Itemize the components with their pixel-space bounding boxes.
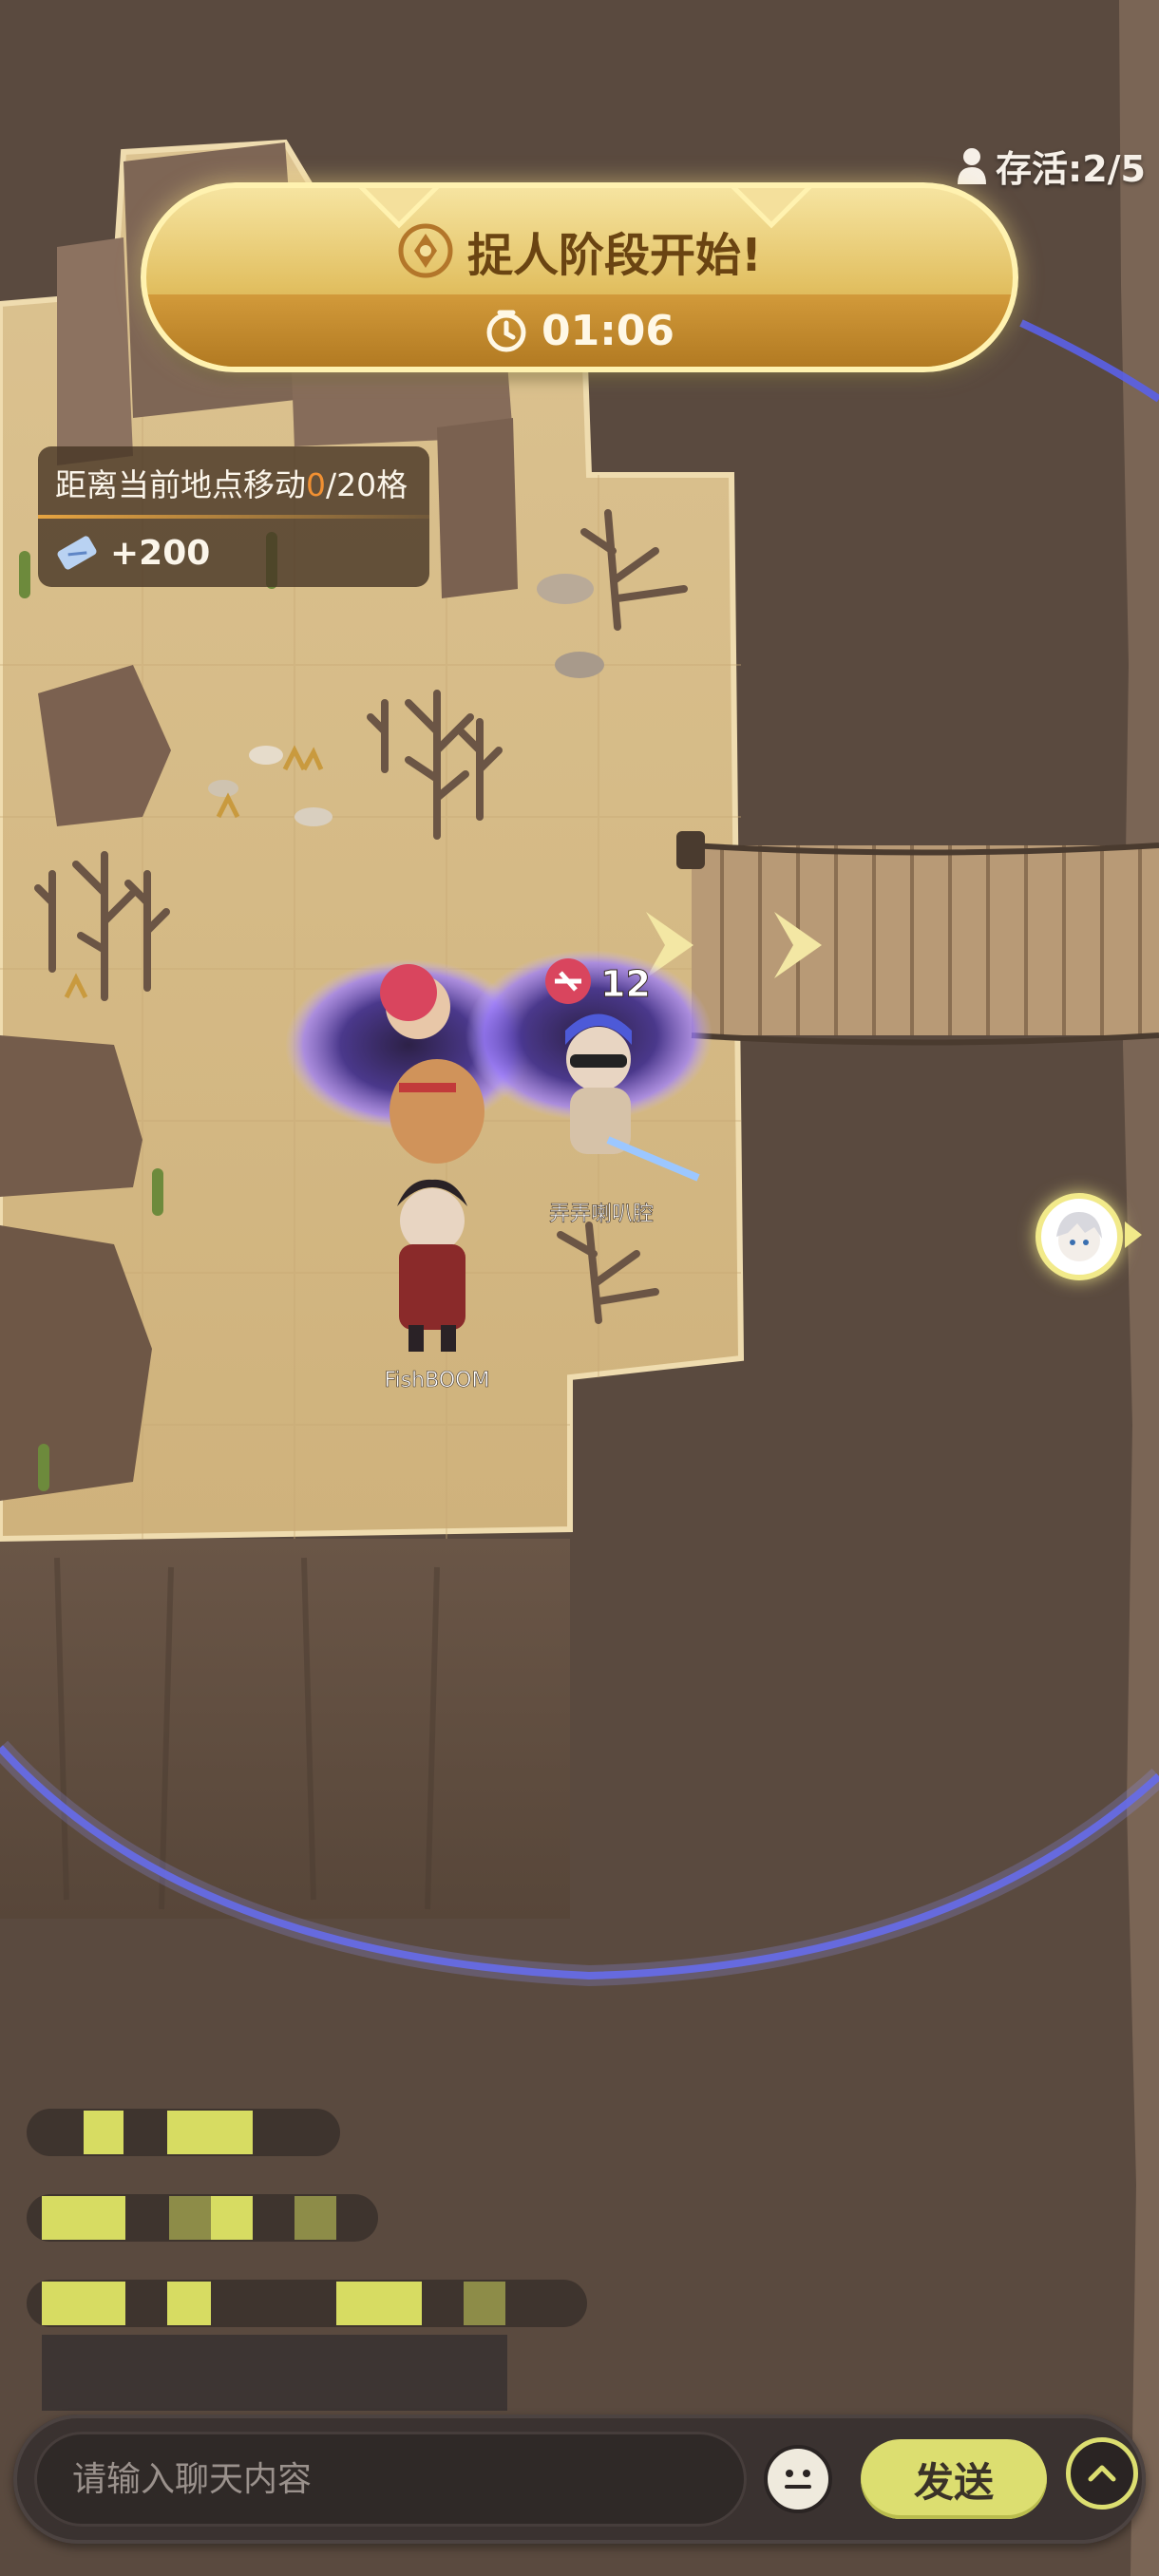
rope-bridge[interactable] — [676, 831, 1159, 1046]
expand-button[interactable] — [1066, 2437, 1138, 2510]
player-portrait-button[interactable] — [1036, 1193, 1123, 1280]
chat-message — [42, 2335, 507, 2411]
game-map[interactable]: FishBOOM 弄弄喇叭腔 12 — [0, 0, 1159, 2576]
smiley-icon — [785, 2470, 811, 2489]
quest-progress-total: /20格 — [326, 466, 408, 503]
survivor-counter: 存活:2/5 — [956, 139, 1146, 192]
quest-reward: +200 — [55, 526, 210, 579]
phase-timer: 01:06 — [146, 294, 1013, 367]
cliff-face — [0, 1539, 570, 1919]
catcher-count: 12 — [600, 963, 651, 1005]
emoji-button[interactable] — [764, 2445, 832, 2513]
survivor-label: 存活:2/5 — [996, 147, 1146, 190]
quest-title: 距离当前地点移动0/20格 — [55, 466, 408, 503]
compass-diamond-icon — [398, 223, 453, 278]
phase-banner: 捉人阶段开始! 01:06 — [141, 182, 1018, 372]
player-name-catcher: 弄弄喇叭腔 — [549, 1203, 654, 1226]
clock-icon — [486, 310, 526, 352]
chevron-up-icon — [1088, 2465, 1116, 2482]
reward-amount: +200 — [110, 533, 211, 573]
quest-panel[interactable]: 距离当前地点移动0/20格 +200 — [38, 446, 429, 587]
player-name-fishboom: FishBOOM — [385, 1369, 490, 1392]
timer-value: 01:06 — [541, 306, 675, 355]
ticket-icon — [57, 536, 97, 570]
chat-bar: 发送 — [13, 2415, 1146, 2544]
avatar-icon — [1056, 1212, 1102, 1261]
chat-input[interactable] — [34, 2432, 747, 2527]
send-button[interactable]: 发送 — [861, 2439, 1047, 2519]
quest-divider — [38, 515, 429, 519]
phase-title: 捉人阶段开始! — [467, 229, 762, 282]
player-fishboom[interactable] — [397, 1179, 467, 1352]
person-icon — [958, 148, 987, 184]
quest-progress-current: 0 — [306, 466, 326, 503]
portrait-pointer — [1125, 1222, 1142, 1248]
